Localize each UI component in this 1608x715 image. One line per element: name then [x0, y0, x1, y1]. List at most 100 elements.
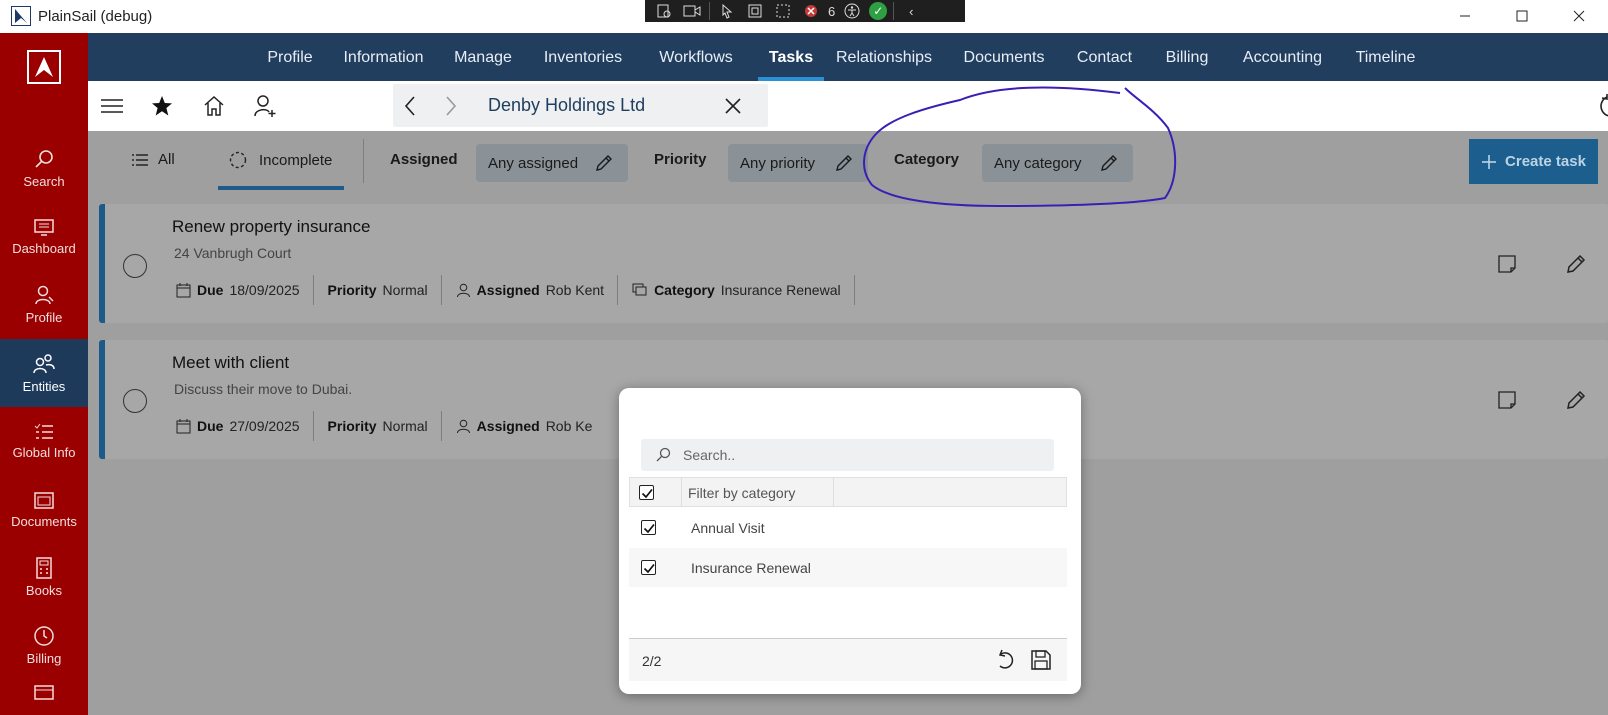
- task-card[interactable]: Renew property insurance 24 Vanbrugh Cou…: [99, 204, 1608, 323]
- sidebar-item-profile[interactable]: Profile: [0, 270, 88, 338]
- due-date: 18/09/2025: [229, 282, 300, 298]
- popup-footer: 2/2: [629, 638, 1067, 681]
- popup-column-header: Filter by category: [629, 477, 1067, 507]
- sidebar-item-label: Global Info: [12, 444, 76, 460]
- assigned-filter-label: Assigned: [390, 151, 458, 168]
- tab-timeline[interactable]: Timeline: [1354, 33, 1417, 81]
- collapse-chevron-icon[interactable]: ‹: [900, 2, 922, 20]
- select-element-icon[interactable]: [653, 2, 675, 20]
- note-icon[interactable]: [1495, 252, 1519, 276]
- star-icon[interactable]: [150, 81, 174, 131]
- tab-tasks[interactable]: Tasks: [758, 33, 824, 81]
- clock-icon: [34, 625, 54, 646]
- calendar-icon: [176, 418, 191, 433]
- priority-filter-label: Priority: [654, 151, 707, 168]
- category-filter-chip[interactable]: Any category: [982, 144, 1133, 182]
- binding-errors-icon[interactable]: [800, 2, 822, 20]
- title-bar: PlainSail (debug) 6 ✓ ‹: [0, 0, 1608, 33]
- category-label: Category: [654, 282, 715, 298]
- complete-task-toggle[interactable]: [123, 254, 147, 278]
- minimize-button[interactable]: [1436, 0, 1494, 32]
- maximize-button[interactable]: [1493, 0, 1551, 32]
- complete-task-toggle[interactable]: [123, 389, 147, 413]
- sidebar-item-label: Dashboard: [12, 240, 76, 256]
- tab-documents[interactable]: Documents: [962, 33, 1046, 81]
- assigned-value: Rob Ke: [545, 418, 593, 434]
- priority-filter-value: Any priority: [740, 154, 816, 172]
- close-entity-icon[interactable]: [721, 84, 745, 127]
- sidebar-item-dashboard[interactable]: Dashboard: [0, 202, 88, 270]
- sidebar-item-documents[interactable]: Documents: [0, 475, 88, 543]
- tab-relationships[interactable]: Relationships: [836, 33, 932, 81]
- sidebar-item-label: Documents: [11, 513, 77, 529]
- popup-search-box[interactable]: [641, 439, 1054, 471]
- filter-all-tab[interactable]: All: [132, 151, 175, 168]
- pointer-icon[interactable]: [716, 2, 738, 20]
- task-meta: Due 18/09/2025 Priority Normal Assigned …: [176, 275, 869, 305]
- plainsail-logo-icon[interactable]: [0, 33, 88, 101]
- menu-icon[interactable]: [100, 81, 124, 131]
- refresh-icon[interactable]: [1598, 81, 1608, 131]
- sidebar-item-entities[interactable]: Entities: [0, 339, 88, 407]
- undo-icon[interactable]: [994, 649, 1016, 671]
- accessibility-icon[interactable]: [841, 2, 863, 20]
- entity-selector[interactable]: Denby Holdings Ltd: [393, 84, 768, 127]
- app-logo-icon: [11, 6, 31, 26]
- tab-inventories[interactable]: Inventories: [543, 33, 623, 81]
- category-value: Insurance Renewal: [720, 282, 841, 298]
- task-subtitle: 24 Vanbrugh Court: [174, 245, 292, 261]
- option-checkbox[interactable]: [641, 520, 656, 535]
- priority-filter-chip[interactable]: Any priority: [728, 144, 868, 182]
- category-filter-popup: Filter by category Annual Visit Insuranc…: [619, 388, 1081, 694]
- tab-workflows[interactable]: Workflows: [658, 33, 734, 81]
- video-icon[interactable]: [681, 2, 703, 20]
- note-icon[interactable]: [1495, 388, 1519, 412]
- assigned-label: Assigned: [476, 282, 540, 298]
- filter-incomplete-tab[interactable]: Incomplete: [229, 151, 332, 169]
- pencil-icon: [836, 155, 852, 171]
- tab-profile[interactable]: Profile: [265, 33, 315, 81]
- list-item[interactable]: Annual Visit: [629, 508, 1067, 547]
- task-subtitle: Discuss their move to Dubai.: [174, 381, 353, 397]
- task-title: Renew property insurance: [172, 217, 371, 236]
- tab-information[interactable]: Information: [341, 33, 426, 81]
- save-icon[interactable]: [1030, 649, 1052, 671]
- assigned-filter-chip[interactable]: Any assigned: [476, 144, 628, 182]
- profile-icon: [35, 285, 54, 304]
- select-all-checkbox[interactable]: [639, 485, 654, 500]
- sidebar-item-more[interactable]: [0, 679, 88, 715]
- tab-billing[interactable]: Billing: [1164, 33, 1210, 81]
- due-label: Due: [197, 418, 224, 434]
- sidebar-item-label: Billing: [26, 650, 62, 666]
- binding-errors-count: 6: [828, 3, 836, 19]
- edit-pencil-icon[interactable]: [1564, 388, 1588, 412]
- sidebar-item-books[interactable]: Books: [0, 543, 88, 611]
- frame-icon[interactable]: [744, 2, 766, 20]
- popup-search-input[interactable]: [683, 439, 1043, 471]
- tab-accounting[interactable]: Accounting: [1241, 33, 1324, 81]
- create-task-label: Create task: [1505, 153, 1586, 170]
- list-item[interactable]: Insurance Renewal: [629, 548, 1067, 587]
- entity-tab-bar: Profile Information Manage Inventories W…: [88, 33, 1608, 81]
- person-icon: [456, 419, 470, 433]
- create-task-button[interactable]: Create task: [1469, 139, 1598, 184]
- option-checkbox[interactable]: [641, 560, 656, 575]
- sidebar-item-global-info[interactable]: Global Info: [0, 407, 88, 475]
- add-user-icon[interactable]: [251, 81, 279, 131]
- close-window-button[interactable]: [1550, 0, 1608, 32]
- sidebar-item-billing[interactable]: Billing: [0, 611, 88, 679]
- window-title: PlainSail (debug): [38, 8, 153, 25]
- tab-contact[interactable]: Contact: [1076, 33, 1133, 81]
- sidebar-item-search[interactable]: Search: [0, 134, 88, 202]
- incomplete-icon: [229, 151, 247, 169]
- layout-icon[interactable]: [772, 2, 794, 20]
- pencil-icon: [596, 155, 612, 171]
- tab-manage[interactable]: Manage: [452, 33, 514, 81]
- category-filter-value: Any category: [994, 154, 1082, 172]
- home-icon[interactable]: [202, 81, 226, 131]
- edit-pencil-icon[interactable]: [1564, 252, 1588, 276]
- back-chevron-icon[interactable]: [398, 84, 422, 127]
- documents-icon: [34, 491, 54, 509]
- forward-chevron-icon[interactable]: [439, 84, 463, 127]
- check-icon[interactable]: ✓: [869, 2, 888, 20]
